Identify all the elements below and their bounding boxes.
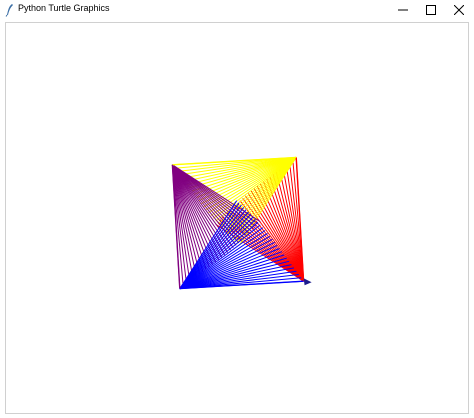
turtle-window: Python Turtle Graphics [0,0,474,418]
spiral-drawing [171,156,312,290]
turtle-arrow-icon [303,278,312,286]
maximize-icon [426,5,436,15]
minimize-icon [398,5,408,15]
close-icon [454,5,464,15]
window-title: Python Turtle Graphics [18,3,110,13]
turtle-canvas[interactable] [5,22,469,414]
title-bar[interactable]: Python Turtle Graphics [0,0,474,20]
feather-icon [5,3,15,17]
minimize-button[interactable] [388,0,418,20]
close-button[interactable] [444,0,474,20]
maximize-button[interactable] [416,0,446,20]
